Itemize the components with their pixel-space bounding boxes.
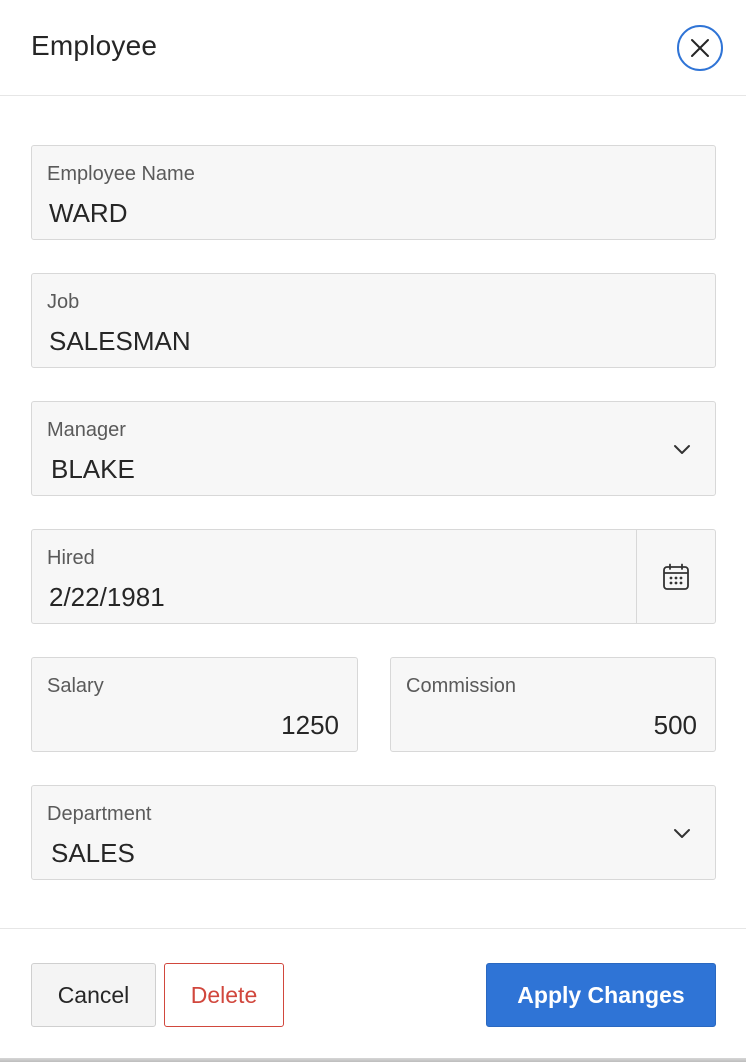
commission-label: Commission (406, 675, 517, 697)
commission-value[interactable]: 500 (654, 710, 697, 741)
department-select[interactable]: Department SALES (31, 785, 716, 880)
dialog-header: Employee (0, 0, 746, 96)
apply-changes-button[interactable]: Apply Changes (486, 963, 716, 1027)
close-icon (691, 39, 709, 57)
manager-label: Manager (47, 419, 126, 441)
employee-name-value[interactable]: WARD (49, 198, 127, 229)
calendar-button[interactable] (636, 530, 715, 623)
employee-dialog: Employee Employee Name WARD Job SALESMAN… (0, 0, 746, 1062)
dialog-footer: Cancel Delete Apply Changes (0, 928, 746, 1062)
job-field[interactable]: Job SALESMAN (31, 273, 716, 368)
department-label: Department (47, 803, 152, 825)
window-bottom-edge (0, 1058, 746, 1062)
job-label: Job (47, 291, 80, 313)
cancel-button[interactable]: Cancel (31, 963, 156, 1027)
hired-value[interactable]: 2/22/1981 (49, 582, 165, 613)
dialog-title: Employee (31, 30, 158, 61)
manager-value[interactable]: BLAKE (51, 454, 135, 485)
department-value[interactable]: SALES (51, 838, 135, 869)
hired-date-field[interactable]: Hired 2/22/1981 (31, 529, 716, 624)
salary-field[interactable]: Salary 1250 (31, 657, 358, 752)
employee-name-field[interactable]: Employee Name WARD (31, 145, 716, 240)
employee-name-label: Employee Name (47, 163, 195, 185)
salary-value[interactable]: 1250 (281, 710, 339, 741)
calendar-icon (663, 563, 689, 590)
job-value[interactable]: SALESMAN (49, 326, 191, 357)
manager-select[interactable]: Manager BLAKE (31, 401, 716, 496)
delete-button[interactable]: Delete (164, 963, 284, 1027)
hired-label: Hired (47, 547, 95, 569)
commission-field[interactable]: Commission 500 (390, 657, 716, 752)
salary-label: Salary (47, 675, 104, 697)
chevron-down-icon[interactable] (671, 822, 693, 844)
chevron-down-icon[interactable] (671, 438, 693, 460)
close-button[interactable] (677, 25, 723, 71)
